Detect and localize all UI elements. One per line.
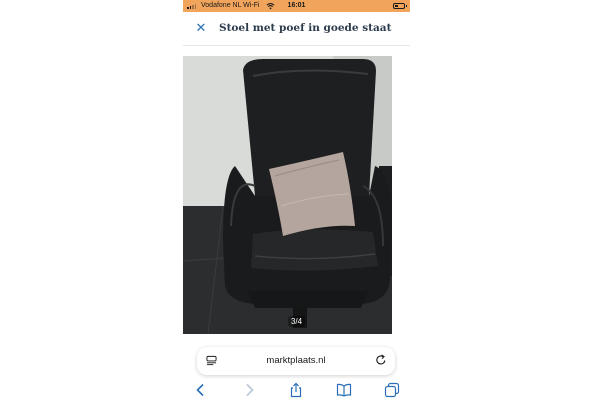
url-text[interactable]: marktplaats.nl [197,355,395,367]
share-icon[interactable] [288,382,304,398]
address-bar[interactable]: marktplaats.nl [197,347,395,375]
listing-photo[interactable] [183,56,392,334]
close-icon[interactable]: ✕ [194,21,208,35]
reload-icon[interactable] [375,354,387,366]
status-bar: Vodafone NL Wi-Fi 16:01 [183,0,410,12]
clock: 16:01 [287,2,306,9]
back-icon[interactable] [193,382,209,398]
listing-header: ✕ Stoel met poef in goede staat [183,12,410,46]
browser-toolbar [183,380,410,402]
battery-level [395,5,398,7]
chair-photo-image [183,56,392,334]
forward-icon[interactable] [241,382,257,398]
battery-icon [393,3,407,9]
listing-title: Stoel met poef in goede staat [219,22,392,34]
bookmarks-icon[interactable] [336,382,352,398]
phone-screen: Vodafone NL Wi-Fi 16:01 ✕ Stoel met poef… [183,0,410,404]
tabs-overview-icon[interactable] [384,382,400,398]
